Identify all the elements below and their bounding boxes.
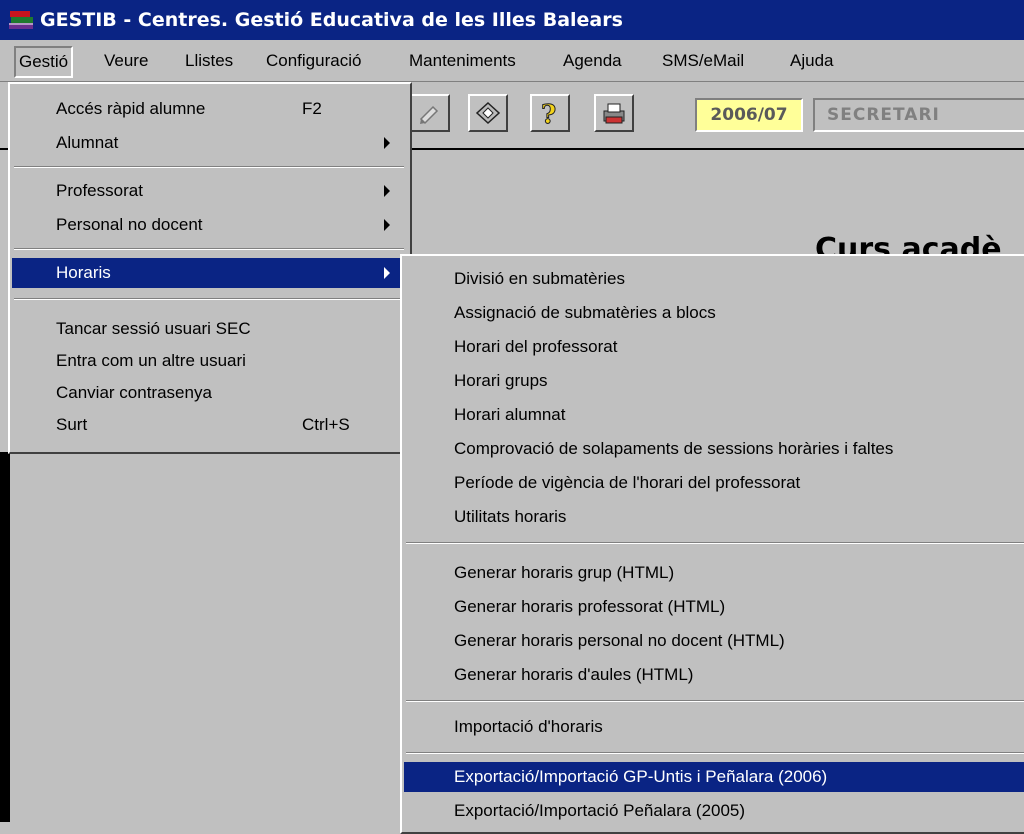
- menu-item-surt[interactable]: Surt Ctrl+S: [12, 410, 408, 440]
- help-tool-button[interactable]: ?: [530, 94, 570, 132]
- submenu-arrow-icon: [384, 185, 390, 197]
- books-app-icon: [9, 11, 33, 29]
- menu-item-label: Utilitats horaris: [454, 507, 567, 526]
- menu-llistes[interactable]: Llistes: [185, 48, 233, 74]
- menu-item-label: Assignació de submatèries a blocs: [454, 303, 716, 322]
- submenu-item-periode-vigencia[interactable]: Període de vigència de l'horari del prof…: [404, 468, 1024, 498]
- menu-item-label: Generar horaris d'aules (HTML): [454, 665, 694, 684]
- horaris-submenu: Divisió en submatèries Assignació de sub…: [400, 254, 1024, 834]
- menu-item-label: Generar horaris grup (HTML): [454, 563, 675, 582]
- menu-item-alumnat[interactable]: Alumnat: [12, 128, 408, 158]
- menu-separator: [14, 298, 404, 300]
- menu-item-tancar-sessio[interactable]: Tancar sessió usuari SEC: [12, 314, 408, 344]
- submenu-item-export-gp-untis-penalara-2006[interactable]: Exportació/Importació GP-Untis i Peñalar…: [404, 762, 1024, 792]
- submenu-item-importacio-horaris[interactable]: Importació d'horaris: [404, 712, 1024, 742]
- menu-item-label: Horari alumnat: [454, 405, 566, 424]
- submenu-item-horari-grups[interactable]: Horari grups: [404, 366, 1024, 396]
- menu-item-label: Horari grups: [454, 371, 548, 390]
- menu-item-label: Entra com un altre usuari: [56, 351, 246, 370]
- menu-item-label: Canviar contrasenya: [56, 383, 212, 402]
- menu-item-label: Horaris: [56, 263, 111, 282]
- user-role-field: SECRETARI: [813, 98, 1024, 132]
- disk-tool-button[interactable]: [468, 94, 508, 132]
- menu-configuracio[interactable]: Configuració: [266, 48, 361, 74]
- svg-text:?: ?: [541, 100, 556, 127]
- printer-tool-button[interactable]: [594, 94, 634, 132]
- menu-item-label: Personal no docent: [56, 215, 203, 234]
- menu-separator: [406, 752, 1024, 754]
- submenu-arrow-icon: [384, 137, 390, 149]
- academic-year-field: 2006/07: [695, 98, 803, 132]
- menu-item-acces-rapid[interactable]: Accés ràpid alumne F2: [12, 94, 408, 124]
- menu-item-label: Importació d'horaris: [454, 717, 603, 736]
- submenu-item-horari-alumnat[interactable]: Horari alumnat: [404, 400, 1024, 430]
- menu-item-label: Període de vigència de l'horari del prof…: [454, 473, 801, 492]
- menu-manteniments[interactable]: Manteniments: [409, 48, 516, 74]
- diskette-icon: [475, 101, 501, 125]
- submenu-item-utilitats-horaris[interactable]: Utilitats horaris: [404, 502, 1024, 532]
- submenu-item-horari-professorat[interactable]: Horari del professorat: [404, 332, 1024, 362]
- menu-item-label: Alumnat: [56, 133, 119, 152]
- menu-sms-email[interactable]: SMS/eMail: [662, 48, 744, 74]
- menu-item-label: Tancar sessió usuari SEC: [56, 319, 251, 338]
- submenu-item-assignacio-blocs[interactable]: Assignació de submatèries a blocs: [404, 298, 1024, 328]
- shortcut-label: Ctrl+S: [302, 415, 350, 434]
- menu-item-label: Horari del professorat: [454, 337, 618, 356]
- menu-separator: [14, 248, 404, 250]
- menu-item-label: Generar horaris personal no docent (HTML…: [454, 631, 785, 650]
- submenu-item-generar-personal-no-docent[interactable]: Generar horaris personal no docent (HTML…: [404, 626, 1024, 656]
- submenu-arrow-icon: [384, 267, 390, 279]
- menu-item-label: Professorat: [56, 181, 143, 200]
- edit-tool-button[interactable]: [410, 94, 450, 132]
- pencil-icon: [419, 105, 439, 125]
- menu-separator: [14, 166, 404, 168]
- menu-item-canviar-contrasenya[interactable]: Canviar contrasenya: [12, 378, 408, 408]
- help-icon: ?: [541, 100, 557, 128]
- menu-veure[interactable]: Veure: [104, 48, 148, 74]
- menu-item-label: Generar horaris professorat (HTML): [454, 597, 726, 616]
- submenu-item-generar-grup[interactable]: Generar horaris grup (HTML): [404, 558, 1024, 588]
- window-title: GESTIB - Centres. Gestió Educativa de le…: [40, 9, 623, 31]
- submenu-item-divisio-submateries[interactable]: Divisió en submatèries: [404, 264, 1024, 294]
- menu-item-label: Surt: [56, 415, 88, 434]
- menu-item-label: Comprovació de solapaments de sessions h…: [454, 439, 894, 458]
- menu-item-label: Exportació/Importació Peñalara (2005): [454, 801, 746, 820]
- printer-icon: [603, 103, 625, 124]
- menu-agenda[interactable]: Agenda: [563, 48, 622, 74]
- menu-gestio[interactable]: Gestió: [14, 46, 74, 78]
- menu-bar: Gestió Veure Llistes Configuració Manten…: [0, 40, 1024, 82]
- background-border: [0, 452, 10, 822]
- menu-separator: [406, 542, 1024, 544]
- menu-separator: [406, 700, 1024, 702]
- submenu-item-generar-professorat[interactable]: Generar horaris professorat (HTML): [404, 592, 1024, 622]
- menu-item-label: Accés ràpid alumne: [56, 99, 206, 118]
- gestio-menu: Accés ràpid alumne F2 Alumnat Professora…: [8, 82, 412, 454]
- menu-item-label: Divisió en submatèries: [454, 269, 626, 288]
- shortcut-label: F2: [302, 99, 322, 118]
- menu-item-label: Exportació/Importació GP-Untis i Peñalar…: [454, 767, 828, 786]
- menu-item-professorat[interactable]: Professorat: [12, 176, 408, 206]
- title-bar: GESTIB - Centres. Gestió Educativa de le…: [0, 0, 1024, 40]
- menu-ajuda[interactable]: Ajuda: [790, 48, 833, 74]
- menu-item-entra-altre-usuari[interactable]: Entra com un altre usuari: [12, 346, 408, 376]
- menu-item-horaris[interactable]: Horaris: [12, 258, 408, 288]
- submenu-item-generar-aules[interactable]: Generar horaris d'aules (HTML): [404, 660, 1024, 690]
- submenu-arrow-icon: [384, 219, 390, 231]
- submenu-item-comprovacio-solapaments[interactable]: Comprovació de solapaments de sessions h…: [404, 434, 1024, 464]
- menu-item-personal-no-docent[interactable]: Personal no docent: [12, 210, 408, 240]
